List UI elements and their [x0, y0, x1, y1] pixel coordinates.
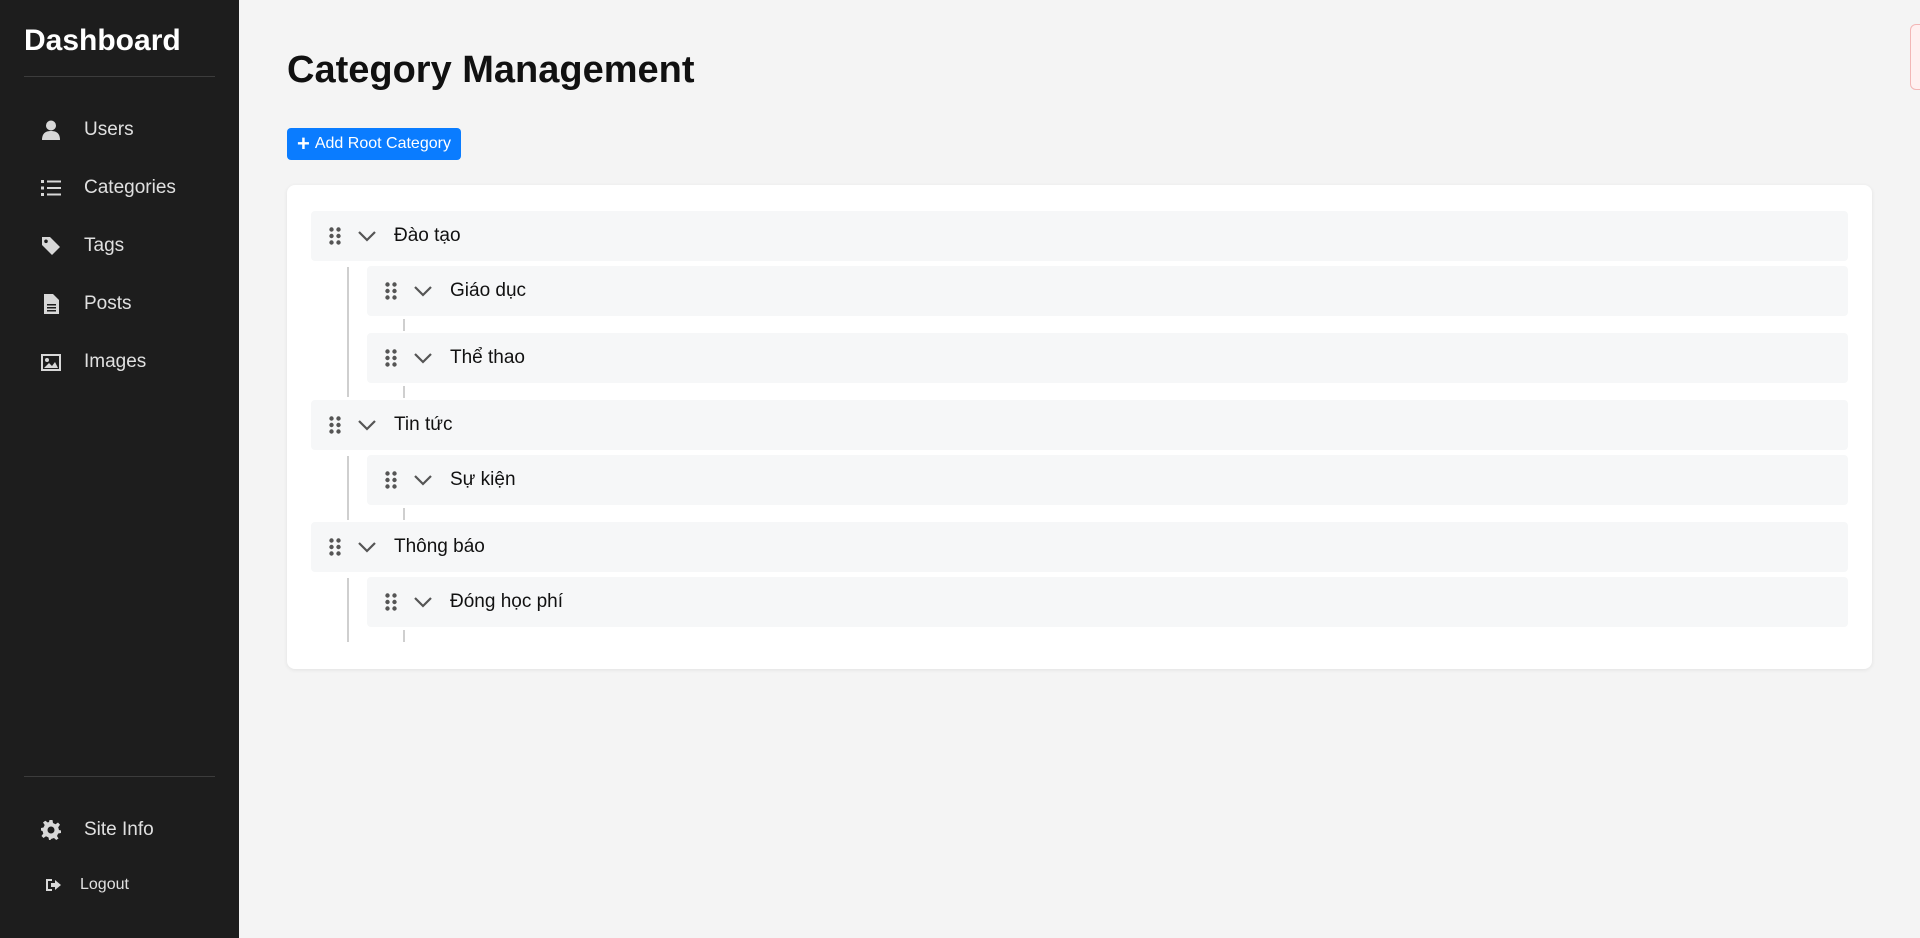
sidebar-bottom: Site Info Logout [24, 776, 215, 911]
logout-icon [44, 873, 64, 897]
sidebar-title: Dashboard [24, 0, 215, 77]
tag-icon [38, 234, 64, 258]
sidebar: Dashboard Users Categories Tags Posts Im… [0, 0, 239, 938]
page-title: Category Management [287, 49, 695, 91]
image-icon [38, 350, 64, 374]
sidebar-item-label: Categories [84, 177, 176, 198]
tree-connector [347, 267, 349, 397]
main-content: Category Management + Add Root Category … [239, 0, 1920, 938]
drag-handle-icon[interactable] [329, 415, 343, 435]
tree-connector [403, 630, 405, 642]
add-root-category-label: Add Root Category [314, 135, 451, 152]
sidebar-item-tags[interactable]: Tags [24, 217, 215, 275]
chevron-down-icon[interactable] [358, 537, 378, 557]
drag-handle-icon[interactable] [385, 348, 399, 368]
chevron-down-icon[interactable] [414, 348, 434, 368]
tree-node[interactable]: Sự kiện [367, 455, 1848, 505]
tree-node-label: Tin tức [394, 414, 453, 435]
chevron-down-icon[interactable] [358, 415, 378, 435]
drag-handle-icon[interactable] [385, 592, 399, 612]
drag-handle-icon[interactable] [329, 226, 343, 246]
list-icon [38, 176, 64, 200]
sidebar-nav: Users Categories Tags Posts Images [24, 101, 215, 391]
tree-node[interactable]: Đào tạo [311, 211, 1848, 261]
tree-node-label: Sự kiện [450, 469, 516, 490]
chevron-down-icon[interactable] [358, 226, 378, 246]
tree-node-label: Thể thao [450, 347, 525, 368]
drag-handle-icon[interactable] [385, 470, 399, 490]
tree-node[interactable]: Giáo dục [367, 266, 1848, 316]
chevron-down-icon[interactable] [414, 281, 434, 301]
logout-button[interactable]: Logout [24, 859, 215, 911]
tree-node-label: Thông báo [394, 536, 485, 557]
tree-node-label: Giáo dục [450, 280, 527, 301]
sidebar-item-images[interactable]: Images [24, 333, 215, 391]
drag-handle-icon[interactable] [329, 537, 343, 557]
tree-connector [347, 578, 349, 642]
plus-icon: + [297, 131, 310, 156]
drag-handle-icon[interactable] [385, 281, 399, 301]
add-root-category-button[interactable]: + Add Root Category [287, 128, 461, 160]
category-tree: Đào tạo Giáo dục Thể thao Tin tức Sự kiệ… [287, 185, 1872, 669]
sidebar-item-label: Images [84, 351, 147, 372]
sidebar-item-posts[interactable]: Posts [24, 275, 215, 333]
sidebar-item-label: Posts [84, 293, 132, 314]
sidebar-item-label: Tags [84, 235, 125, 256]
notification-toast[interactable] [1910, 24, 1920, 90]
tree-connector [347, 456, 349, 520]
tree-connector [403, 386, 405, 398]
tree-node[interactable]: Thể thao [367, 333, 1848, 383]
sidebar-item-label: Site Info [84, 819, 154, 840]
tree-connector [403, 508, 405, 520]
chevron-down-icon[interactable] [414, 592, 434, 612]
sidebar-item-users[interactable]: Users [24, 101, 215, 159]
tree-connector [403, 319, 405, 331]
app-root: Dashboard Users Categories Tags Posts Im… [0, 0, 1920, 938]
tree-node-label: Đào tạo [394, 225, 461, 246]
tree-node-label: Đóng học phí [450, 591, 564, 612]
file-icon [38, 292, 64, 316]
sidebar-item-categories[interactable]: Categories [24, 159, 215, 217]
tree-node[interactable]: Thông báo [311, 522, 1848, 572]
chevron-down-icon[interactable] [414, 470, 434, 490]
sidebar-item-label: Users [84, 119, 134, 140]
user-icon [38, 118, 64, 142]
sidebar-item-label: Logout [80, 876, 129, 893]
tree-node[interactable]: Đóng học phí [367, 577, 1848, 627]
gear-icon [38, 818, 64, 842]
sidebar-item-site-info[interactable]: Site Info [24, 801, 215, 859]
tree-node[interactable]: Tin tức [311, 400, 1848, 450]
